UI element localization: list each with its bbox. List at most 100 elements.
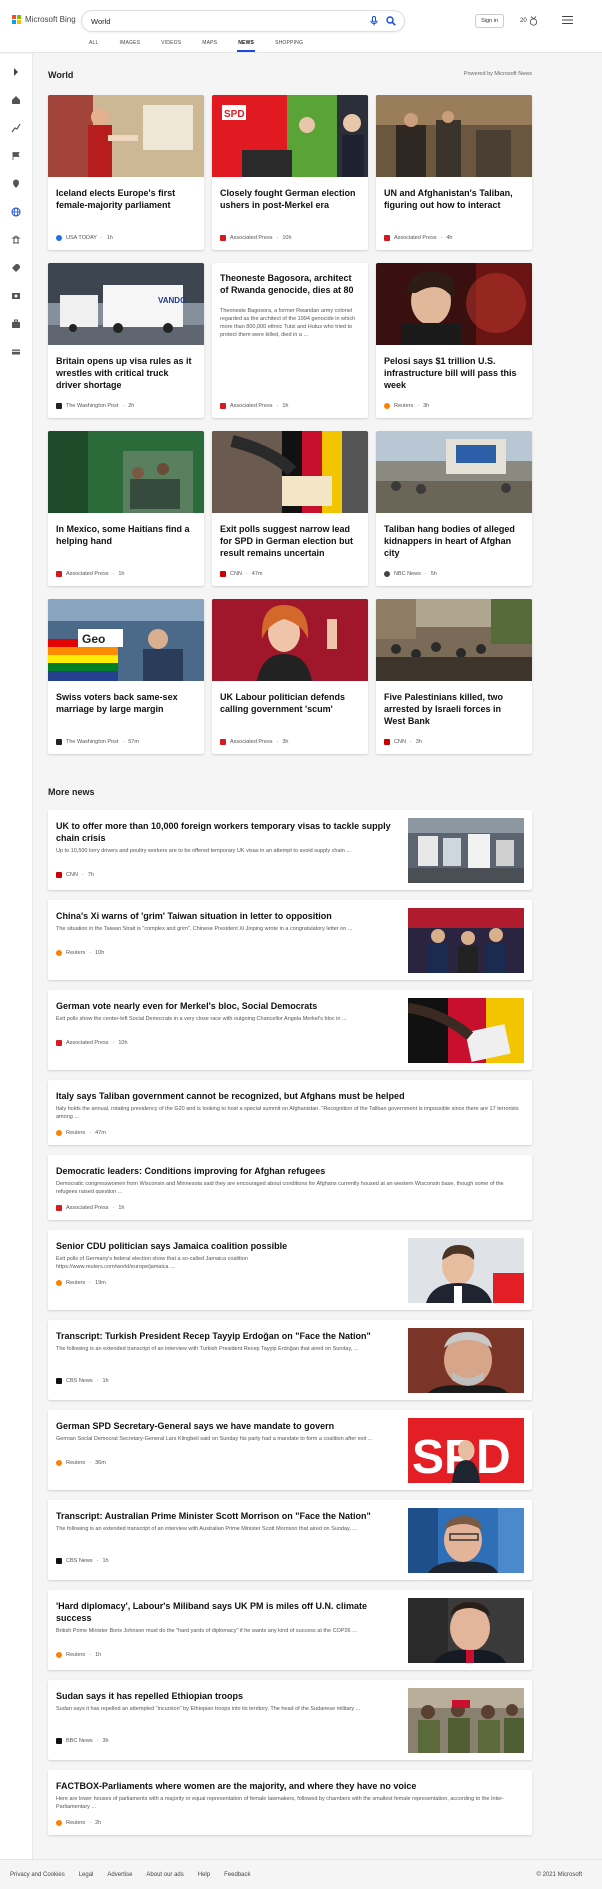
footer-link-privacy[interactable]: Privacy and Cookies bbox=[10, 1872, 65, 1878]
news-card[interactable]: Exit polls suggest narrow lead for SPD i… bbox=[212, 431, 368, 586]
card-source: Associated Press · 1h bbox=[220, 403, 288, 409]
item-title[interactable]: Sudan says it has repelled Ethiopian tro… bbox=[56, 1690, 401, 1702]
item-thumbnail bbox=[408, 998, 524, 1063]
tab-maps[interactable]: MAPS bbox=[202, 40, 217, 52]
item-title[interactable]: German SPD Secretary-General says we hav… bbox=[56, 1420, 401, 1432]
more-news-item[interactable]: Democratic leaders: Conditions improving… bbox=[48, 1155, 532, 1220]
search-input[interactable]: World bbox=[91, 17, 370, 26]
source-logo-icon bbox=[56, 403, 62, 409]
more-news-item[interactable]: Transcript: Turkish President Recep Tayy… bbox=[48, 1320, 532, 1400]
news-card[interactable]: Geo Swiss voters back same-sex marriage … bbox=[48, 599, 204, 754]
news-card[interactable]: Five Palestinians killed, two arrested b… bbox=[376, 599, 532, 754]
card-title[interactable]: UK Labour politician defends calling gov… bbox=[220, 691, 360, 715]
more-news-item[interactable]: Italy says Taliban government cannot be … bbox=[48, 1080, 532, 1145]
rewards-points[interactable]: 20 bbox=[520, 16, 538, 26]
news-card[interactable]: UN and Afghanistan's Taliban, figuring o… bbox=[376, 95, 532, 250]
item-title[interactable]: Transcript: Turkish President Recep Tayy… bbox=[56, 1330, 401, 1342]
card-title[interactable]: Five Palestinians killed, two arrested b… bbox=[384, 691, 524, 727]
more-news-item[interactable]: China's Xi warns of 'grim' Taiwan situat… bbox=[48, 900, 532, 980]
item-title[interactable]: 'Hard diplomacy', Labour's Miliband says… bbox=[56, 1600, 401, 1624]
more-news-item[interactable]: 'Hard diplomacy', Labour's Miliband says… bbox=[48, 1590, 532, 1670]
item-thumbnail bbox=[408, 818, 524, 883]
more-news-item[interactable]: FACTBOX-Parliaments where women are the … bbox=[48, 1770, 532, 1835]
source-logo-icon bbox=[56, 1040, 62, 1046]
footer-link-about-ads[interactable]: About our ads bbox=[146, 1872, 183, 1878]
card-title[interactable]: Pelosi says $1 trillion U.S. infrastruct… bbox=[384, 355, 524, 391]
card-title[interactable]: Theoneste Bagosora, architect of Rwanda … bbox=[220, 272, 360, 296]
more-news-item[interactable]: German SPD Secretary-General says we hav… bbox=[48, 1410, 532, 1490]
item-title[interactable]: Italy says Taliban government cannot be … bbox=[56, 1090, 521, 1102]
news-card[interactable]: Taliban hang bodies of alleged kidnapper… bbox=[376, 431, 532, 586]
svg-text:Geo: Geo bbox=[82, 632, 105, 646]
footer-links: Privacy and Cookies Legal Advertise Abou… bbox=[10, 1872, 250, 1878]
card-title[interactable]: Exit polls suggest narrow lead for SPD i… bbox=[220, 523, 360, 559]
search-box[interactable]: World bbox=[82, 11, 404, 31]
more-news-item[interactable]: German vote nearly even for Merkel's blo… bbox=[48, 990, 532, 1070]
hamburger-menu-icon[interactable] bbox=[562, 15, 573, 25]
item-title[interactable]: Democratic leaders: Conditions improving… bbox=[56, 1165, 521, 1177]
card-title[interactable]: In Mexico, some Haitians find a helping … bbox=[56, 523, 196, 547]
more-news-item[interactable]: Transcript: Australian Prime Minister Sc… bbox=[48, 1500, 532, 1580]
business-icon[interactable] bbox=[11, 319, 21, 329]
points-count: 20 bbox=[520, 18, 527, 24]
article-image: SPD bbox=[212, 95, 368, 177]
money-card-icon[interactable] bbox=[11, 347, 21, 357]
article-image bbox=[376, 431, 532, 513]
politics-icon[interactable] bbox=[11, 235, 21, 245]
tab-news[interactable]: NEWS bbox=[237, 40, 255, 52]
entertainment-icon[interactable] bbox=[11, 291, 21, 301]
bing-logo[interactable]: Microsoft Bing bbox=[12, 15, 76, 24]
footer-link-help[interactable]: Help bbox=[198, 1872, 210, 1878]
news-card[interactable]: Theoneste Bagosora, architect of Rwanda … bbox=[212, 263, 368, 418]
sign-in-button[interactable]: Sign in bbox=[475, 14, 504, 28]
source-logo-icon bbox=[56, 1460, 62, 1466]
footer-link-feedback[interactable]: Feedback bbox=[224, 1872, 250, 1878]
us-flag-icon[interactable] bbox=[11, 151, 21, 161]
item-snippet: Italy holds the annual, rotating preside… bbox=[56, 1106, 519, 1120]
tab-images[interactable]: IMAGES bbox=[120, 40, 141, 52]
item-source: Reuters · 36m bbox=[56, 1460, 106, 1466]
card-title[interactable]: Swiss voters back same-sex marriage by l… bbox=[56, 691, 196, 715]
footer-link-legal[interactable]: Legal bbox=[79, 1872, 94, 1878]
item-snippet: British Prime Minister Boris Johnson mus… bbox=[56, 1628, 357, 1634]
news-card[interactable]: Iceland elects Europe's first female-maj… bbox=[48, 95, 204, 250]
world-globe-icon[interactable] bbox=[11, 207, 21, 217]
card-title[interactable]: Britain opens up visa rules as it wrestl… bbox=[56, 355, 196, 391]
card-source: Reuters · 3h bbox=[384, 403, 429, 409]
item-source: Reuters · 1h bbox=[56, 1652, 101, 1658]
news-card[interactable]: Pelosi says $1 trillion U.S. infrastruct… bbox=[376, 263, 532, 418]
microphone-icon[interactable] bbox=[370, 16, 378, 26]
card-title[interactable]: Iceland elects Europe's first female-maj… bbox=[56, 187, 196, 211]
news-card[interactable]: In Mexico, some Haitians find a helping … bbox=[48, 431, 204, 586]
item-title[interactable]: China's Xi warns of 'grim' Taiwan situat… bbox=[56, 910, 401, 922]
item-title[interactable]: German vote nearly even for Merkel's blo… bbox=[56, 1000, 401, 1012]
card-source: CNN · 47m bbox=[220, 571, 262, 577]
news-card[interactable]: SPD Closely fought German election usher… bbox=[212, 95, 368, 250]
item-title[interactable]: UK to offer more than 10,000 foreign wor… bbox=[56, 820, 401, 844]
more-news-item[interactable]: UK to offer more than 10,000 foreign wor… bbox=[48, 810, 532, 890]
home-icon[interactable] bbox=[11, 95, 21, 105]
card-title[interactable]: Taliban hang bodies of alleged kidnapper… bbox=[384, 523, 524, 559]
footer-link-advertise[interactable]: Advertise bbox=[107, 1872, 132, 1878]
tab-shopping[interactable]: SHOPPING bbox=[275, 40, 303, 52]
item-title[interactable]: Transcript: Australian Prime Minister Sc… bbox=[56, 1510, 401, 1522]
scitech-rocket-icon[interactable] bbox=[11, 263, 21, 273]
source-logo-icon bbox=[384, 403, 390, 409]
top-stories-icon[interactable] bbox=[11, 123, 21, 133]
item-title[interactable]: Senior CDU politician says Jamaica coali… bbox=[56, 1240, 401, 1252]
source-logo-icon bbox=[384, 571, 390, 577]
card-title[interactable]: UN and Afghanistan's Taliban, figuring o… bbox=[384, 187, 524, 211]
news-card[interactable]: UK Labour politician defends calling gov… bbox=[212, 599, 368, 754]
search-icon[interactable] bbox=[386, 16, 396, 26]
card-title[interactable]: Closely fought German election ushers in… bbox=[220, 187, 360, 211]
expand-sidebar-icon[interactable] bbox=[11, 67, 21, 77]
news-card[interactable]: VANDC Britain opens up visa rules as it … bbox=[48, 263, 204, 418]
tab-all[interactable]: ALL bbox=[89, 40, 99, 52]
local-pin-icon[interactable] bbox=[11, 179, 21, 189]
tab-videos[interactable]: VIDEOS bbox=[161, 40, 181, 52]
section-title-world: World bbox=[48, 70, 74, 80]
item-thumbnail bbox=[408, 1328, 524, 1393]
item-title[interactable]: FACTBOX-Parliaments where women are the … bbox=[56, 1780, 521, 1792]
more-news-item[interactable]: Sudan says it has repelled Ethiopian tro… bbox=[48, 1680, 532, 1760]
more-news-item[interactable]: Senior CDU politician says Jamaica coali… bbox=[48, 1230, 532, 1310]
